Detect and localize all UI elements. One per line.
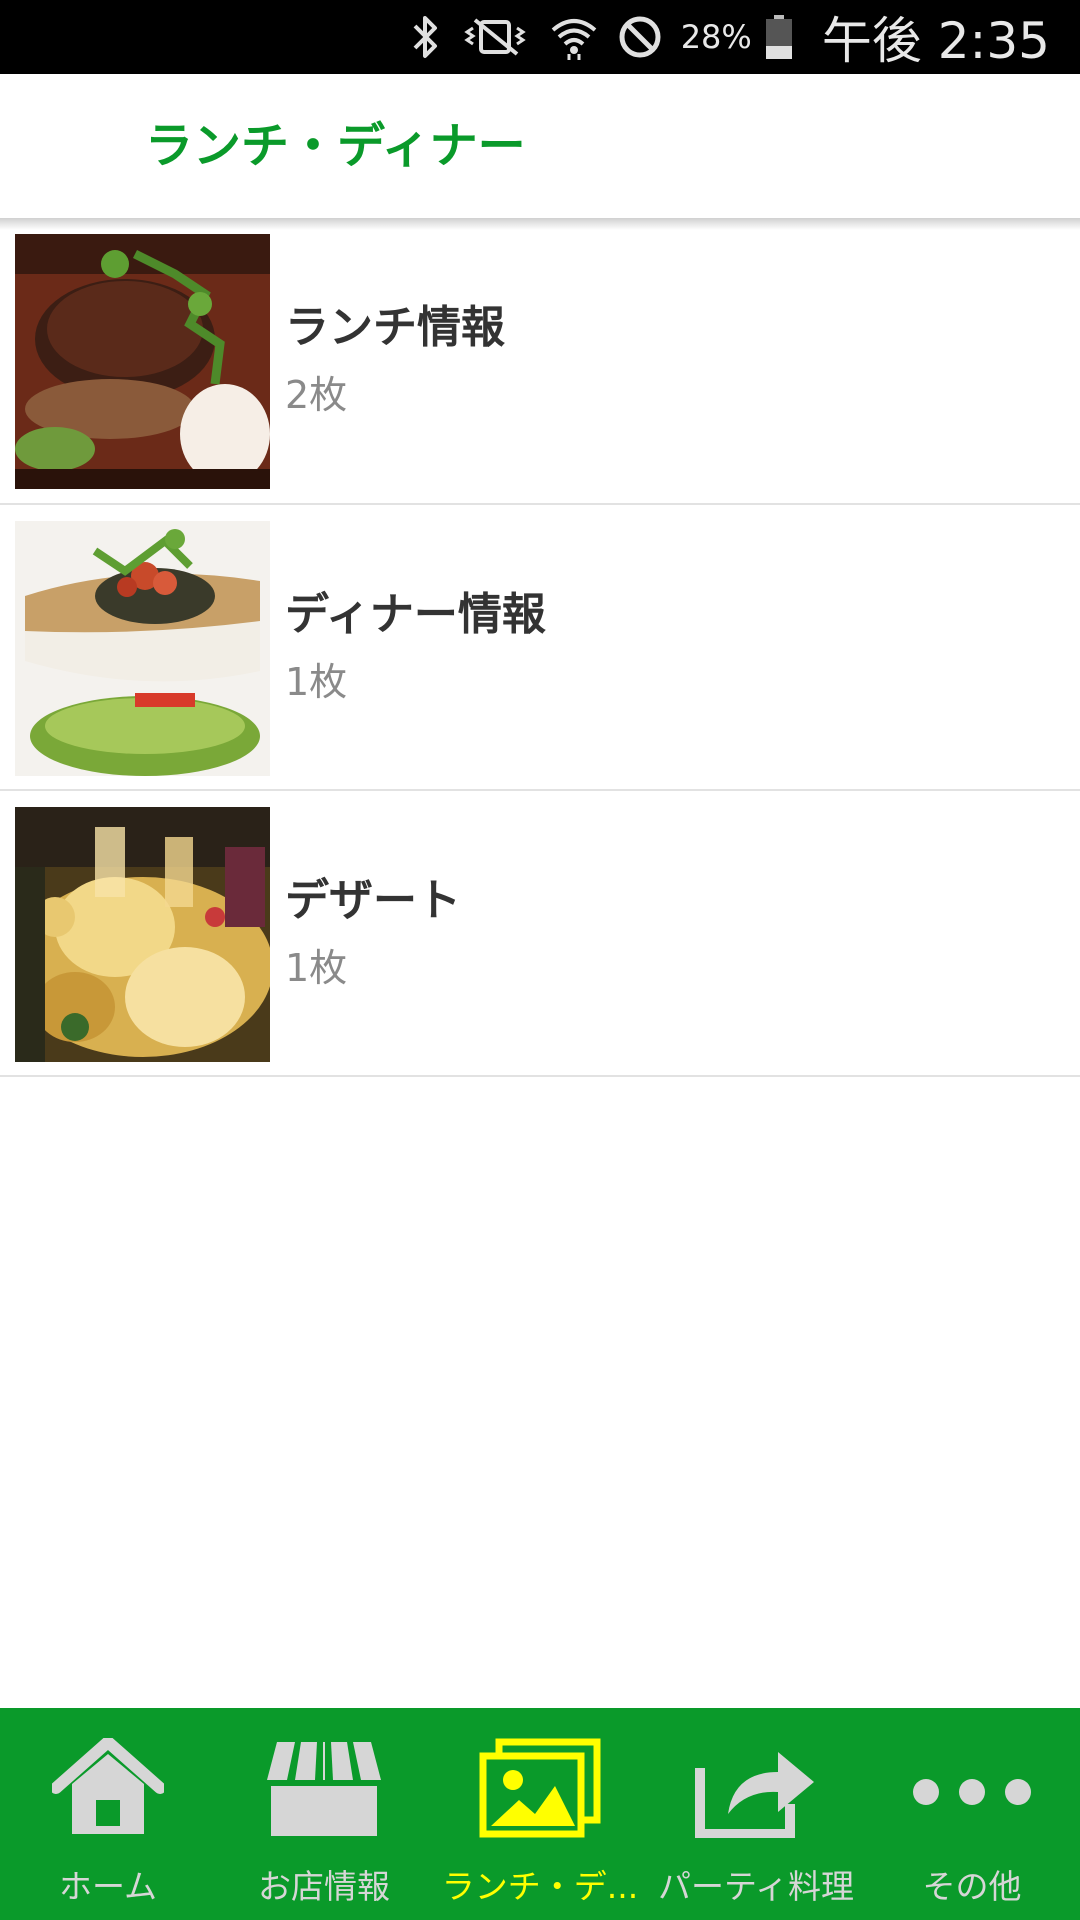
tab-label: ランチ・デ... bbox=[441, 1867, 639, 1906]
tab-label: ホーム bbox=[58, 1867, 157, 1906]
home-icon bbox=[52, 1738, 164, 1838]
fish-dish-photo bbox=[15, 521, 270, 776]
item-count: 1枚 bbox=[285, 946, 348, 990]
tab-more[interactable]: その他 bbox=[864, 1708, 1080, 1920]
tab-store-info[interactable]: お店情報 bbox=[216, 1708, 432, 1920]
hamburg-steak-photo bbox=[15, 234, 270, 489]
bottom-nav: ホーム お店情報 ランチ・デ... パーティ料理 その他 bbox=[0, 1708, 1080, 1920]
bluetooth-icon bbox=[409, 14, 443, 60]
more-icon bbox=[910, 1738, 1034, 1838]
item-count: 2枚 bbox=[285, 373, 348, 417]
list-item-dinner[interactable]: ディナー情報 1枚 bbox=[0, 505, 1080, 791]
item-title: ランチ情報 bbox=[285, 302, 505, 353]
clock: 午後 2:35 bbox=[821, 12, 1050, 70]
item-title: ディナー情報 bbox=[285, 589, 546, 640]
tab-party-food[interactable]: パーティ料理 bbox=[648, 1708, 864, 1920]
page-title: ランチ・ディナー bbox=[145, 118, 526, 174]
vibrate-icon bbox=[461, 14, 531, 60]
status-icons: 28% 午後 2:35 bbox=[409, 0, 1050, 74]
list-item-lunch[interactable]: ランチ情報 2枚 bbox=[0, 218, 1080, 505]
item-title: デザート bbox=[285, 875, 461, 926]
list-item-dessert[interactable]: デザート 1枚 bbox=[0, 791, 1080, 1077]
tab-label: パーティ料理 bbox=[657, 1867, 855, 1906]
category-list: ランチ情報 2枚 ディナー情報 1枚 デザート 1枚 bbox=[0, 218, 1080, 1077]
do-not-disturb-icon bbox=[617, 14, 663, 60]
store-icon bbox=[265, 1738, 383, 1838]
wifi-icon bbox=[549, 12, 599, 62]
tab-label: お店情報 bbox=[258, 1867, 390, 1906]
share-icon bbox=[694, 1738, 818, 1838]
party-drinks-photo bbox=[15, 807, 270, 1062]
status-bar: 28% 午後 2:35 bbox=[0, 0, 1080, 74]
item-count: 1枚 bbox=[285, 660, 348, 704]
tab-lunch-dinner[interactable]: ランチ・デ... bbox=[432, 1708, 648, 1920]
gallery-icon bbox=[479, 1738, 601, 1838]
tab-label: その他 bbox=[922, 1867, 1022, 1906]
app-bar: ランチ・ディナー bbox=[0, 74, 1080, 218]
tab-home[interactable]: ホーム bbox=[0, 1708, 216, 1920]
battery-icon bbox=[764, 13, 794, 61]
battery-percent: 28% bbox=[680, 18, 752, 56]
